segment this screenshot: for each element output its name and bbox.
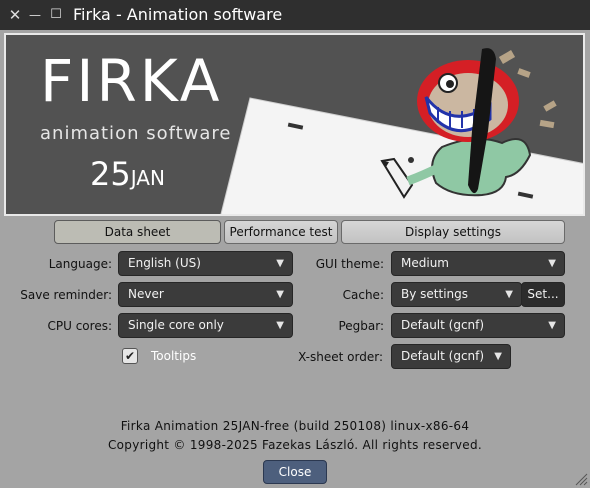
- minimize-window-icon[interactable]: —: [24, 4, 46, 26]
- tooltips-checkbox[interactable]: ✔: [122, 348, 138, 364]
- gui-theme-value: Medium: [401, 256, 449, 270]
- close-button[interactable]: Close: [263, 460, 327, 484]
- xsheet-order-value: Default (gcnf): [401, 349, 485, 363]
- copyright-text: Copyright © 1998-2025 Fazekas László. Al…: [107, 438, 483, 452]
- tooltips-label: Tooltips: [151, 349, 197, 363]
- cache-dropdown[interactable]: By settings ▼: [391, 282, 522, 307]
- chevron-down-icon: ▼: [276, 320, 284, 331]
- chevron-down-icon: ▼: [548, 258, 556, 269]
- save-reminder-dropdown[interactable]: Never ▼: [118, 282, 293, 307]
- language-value: English (US): [128, 256, 201, 270]
- language-label: Language:: [48, 257, 112, 271]
- pegbar-dropdown[interactable]: Default (gcnf) ▼: [391, 313, 565, 338]
- chevron-down-icon: ▼: [548, 320, 556, 331]
- chevron-down-icon: ▼: [276, 289, 284, 300]
- cache-set-button[interactable]: Set...: [521, 282, 565, 307]
- resize-grip-icon[interactable]: [574, 472, 588, 486]
- cpu-cores-value: Single core only: [128, 318, 224, 332]
- save-reminder-value: Never: [128, 287, 164, 301]
- xsheet-order-dropdown[interactable]: Default (gcnf) ▼: [391, 344, 511, 369]
- pegbar-label: Pegbar:: [338, 319, 384, 333]
- splash-banner: FIRKA animation software 25JAN: [4, 33, 585, 216]
- chevron-down-icon: ▼: [494, 351, 502, 362]
- close-window-icon[interactable]: ✕: [4, 4, 26, 26]
- cache-value: By settings: [401, 287, 469, 301]
- language-dropdown[interactable]: English (US) ▼: [118, 251, 293, 276]
- save-reminder-label: Save reminder:: [20, 288, 112, 302]
- tab-performance-test[interactable]: Performance test: [224, 220, 338, 244]
- gui-theme-dropdown[interactable]: Medium ▼: [391, 251, 565, 276]
- tab-display-settings[interactable]: Display settings: [341, 220, 565, 244]
- mascot-illustration: [220, 48, 583, 214]
- cpu-cores-label: CPU cores:: [47, 319, 113, 333]
- maximize-window-icon[interactable]: ☐: [45, 4, 67, 26]
- cache-label: Cache:: [342, 288, 384, 302]
- xsheet-order-label: X-sheet order:: [298, 350, 383, 364]
- pegbar-value: Default (gcnf): [401, 318, 485, 332]
- chevron-down-icon: ▼: [276, 258, 284, 269]
- gui-theme-label: GUI theme:: [315, 257, 384, 271]
- title-bar: ✕ — ☐ Firka - Animation software: [0, 0, 590, 30]
- chevron-down-icon: ▼: [505, 289, 513, 300]
- tab-data-sheet[interactable]: Data sheet: [54, 220, 221, 244]
- build-info: Firka Animation 25JAN-free (build 250108…: [120, 419, 470, 433]
- cpu-cores-dropdown[interactable]: Single core only ▼: [118, 313, 293, 338]
- window-title: Firka - Animation software: [73, 5, 283, 24]
